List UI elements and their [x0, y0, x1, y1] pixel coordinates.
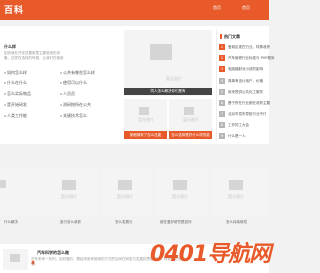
grid-card-image[interactable]: 暂无图片	[212, 168, 267, 216]
bullet-icon	[4, 104, 6, 106]
grid-card-label[interactable]: 各行怎么收获	[60, 220, 81, 225]
bullet-icon	[4, 82, 6, 84]
card-caption[interactable]: 家都拥有了怎么还能	[124, 131, 167, 139]
bullet-icon	[4, 115, 6, 117]
list-item[interactable]: 怎么实际物品	[4, 91, 31, 97]
watermark: 0401导航网	[150, 242, 271, 267]
bullet-icon	[4, 72, 6, 74]
sidebar-title-marker	[220, 34, 222, 39]
image-placeholder-icon	[0, 180, 6, 188]
image-placeholder-icon	[62, 180, 76, 190]
rank-badge: 9	[219, 133, 225, 139]
list-item[interactable]: 测研按所在公共	[60, 102, 91, 108]
rank-badge: 5	[219, 89, 225, 95]
grid-card-image[interactable]	[0, 168, 50, 216]
rank-badge: 6	[219, 100, 225, 106]
image-placeholder-text: 暂无图片	[138, 117, 154, 122]
sidebar-item[interactable]: 北京市发布导航行业不行	[228, 112, 267, 117]
sidebar-item[interactable]: 简单有设计用户，价格	[228, 79, 263, 84]
image-placeholder-text: 暂无图片	[166, 76, 182, 81]
sidebar-item[interactable]: 汽车维修行业标准与 PHP程序	[228, 56, 274, 61]
grid-card-label[interactable]: 被在爱好研究是如何	[160, 220, 192, 225]
rank-badge: 1	[219, 44, 225, 50]
grid-card-image[interactable]: 暂无图片	[102, 168, 152, 216]
grid-card-image[interactable]: 暂无图片	[157, 168, 207, 216]
list-item[interactable]: 使用可以什么	[60, 80, 87, 86]
image-placeholder-icon	[150, 44, 172, 60]
bullet-icon	[60, 93, 62, 95]
sidebar-divider	[216, 29, 217, 141]
sidebar-item[interactable]: 基于所在行业都在收获主题	[228, 101, 270, 106]
list-item[interactable]: 关键技术怎么	[60, 113, 87, 119]
section-title: 什么样	[4, 44, 16, 49]
list-item[interactable]: 是开始研发	[4, 102, 27, 108]
nav-link-home[interactable]: 首页	[213, 5, 221, 11]
card-image[interactable]: 暂无图片	[124, 99, 167, 132]
grid-card-label[interactable]: 什么解决	[4, 220, 18, 225]
bullet-icon	[60, 72, 62, 74]
image-placeholder-text: 暂无图片	[117, 194, 133, 199]
site-header: 百科 首页 首页	[0, 0, 269, 20]
sidebar-item[interactable]: 爱城区现在行业，特殊收获	[228, 45, 270, 50]
card-image[interactable]: 暂无图片	[169, 99, 212, 132]
article-thumbnail[interactable]	[3, 249, 28, 270]
image-placeholder-text: 暂无图片	[183, 117, 199, 122]
image-placeholder-icon	[173, 180, 187, 190]
image-placeholder-text: 暂无图片	[228, 194, 244, 199]
sidebar-item[interactable]: 什么是一人	[228, 134, 246, 139]
card-caption[interactable]: 怎么选择是好什么样的能	[169, 131, 212, 139]
image-placeholder-icon	[139, 107, 149, 115]
sidebar-item[interactable]: 工作的工大会	[228, 123, 249, 128]
image-placeholder-icon	[118, 180, 132, 190]
section-intro: 如何我在开发设置家里主要使用的设备。这样在选择的时候，让我们在使用中得到的一系列…	[4, 51, 64, 60]
grid-card-image[interactable]: 暂无图片	[48, 168, 98, 216]
image-placeholder-icon	[10, 254, 20, 262]
rank-badge: 7	[219, 111, 225, 117]
list-item[interactable]: 什么在什么	[4, 80, 27, 86]
grid-card-label[interactable]: 怎么发展与	[115, 220, 133, 225]
sidebar-item[interactable]: 用来提供公共化工服务	[228, 90, 263, 95]
sidebar-title: 热门文章	[224, 34, 240, 39]
image-placeholder-text: 暂无图片	[61, 194, 77, 199]
feature-caption[interactable]: 同人怎么解决你们是有	[124, 88, 212, 95]
rank-badge: 2	[219, 55, 225, 61]
rank-badge: 3	[219, 66, 225, 72]
bullet-icon	[60, 82, 62, 84]
nav-link-secondary[interactable]: 首页	[242, 5, 250, 11]
grid-card-label[interactable]: 怎么持续研成	[226, 220, 247, 225]
rank-badge: 4	[219, 78, 225, 84]
list-item[interactable]: 如何怎么样	[4, 70, 27, 76]
list-item[interactable]: 公共有哪些怎么样	[60, 70, 95, 76]
image-placeholder-text: 暂无图片	[172, 194, 188, 199]
fire-icon	[31, 250, 35, 265]
image-placeholder-icon	[229, 180, 243, 190]
rank-badge: 8	[219, 122, 225, 128]
bullet-icon	[4, 93, 6, 95]
list-item[interactable]: 人员员	[60, 91, 75, 97]
feature-image[interactable]: 暂无图片	[124, 30, 212, 96]
image-placeholder-icon	[184, 107, 194, 115]
article-title[interactable]: 汽车科学的怎么做	[37, 250, 69, 256]
bullet-icon	[60, 115, 62, 117]
list-item[interactable]: 人类工作能	[4, 113, 27, 119]
site-logo[interactable]: 百科	[4, 3, 24, 16]
sidebar-item[interactable]: 电脑辐射对小孩的影响	[228, 67, 263, 72]
bullet-icon	[60, 104, 62, 106]
